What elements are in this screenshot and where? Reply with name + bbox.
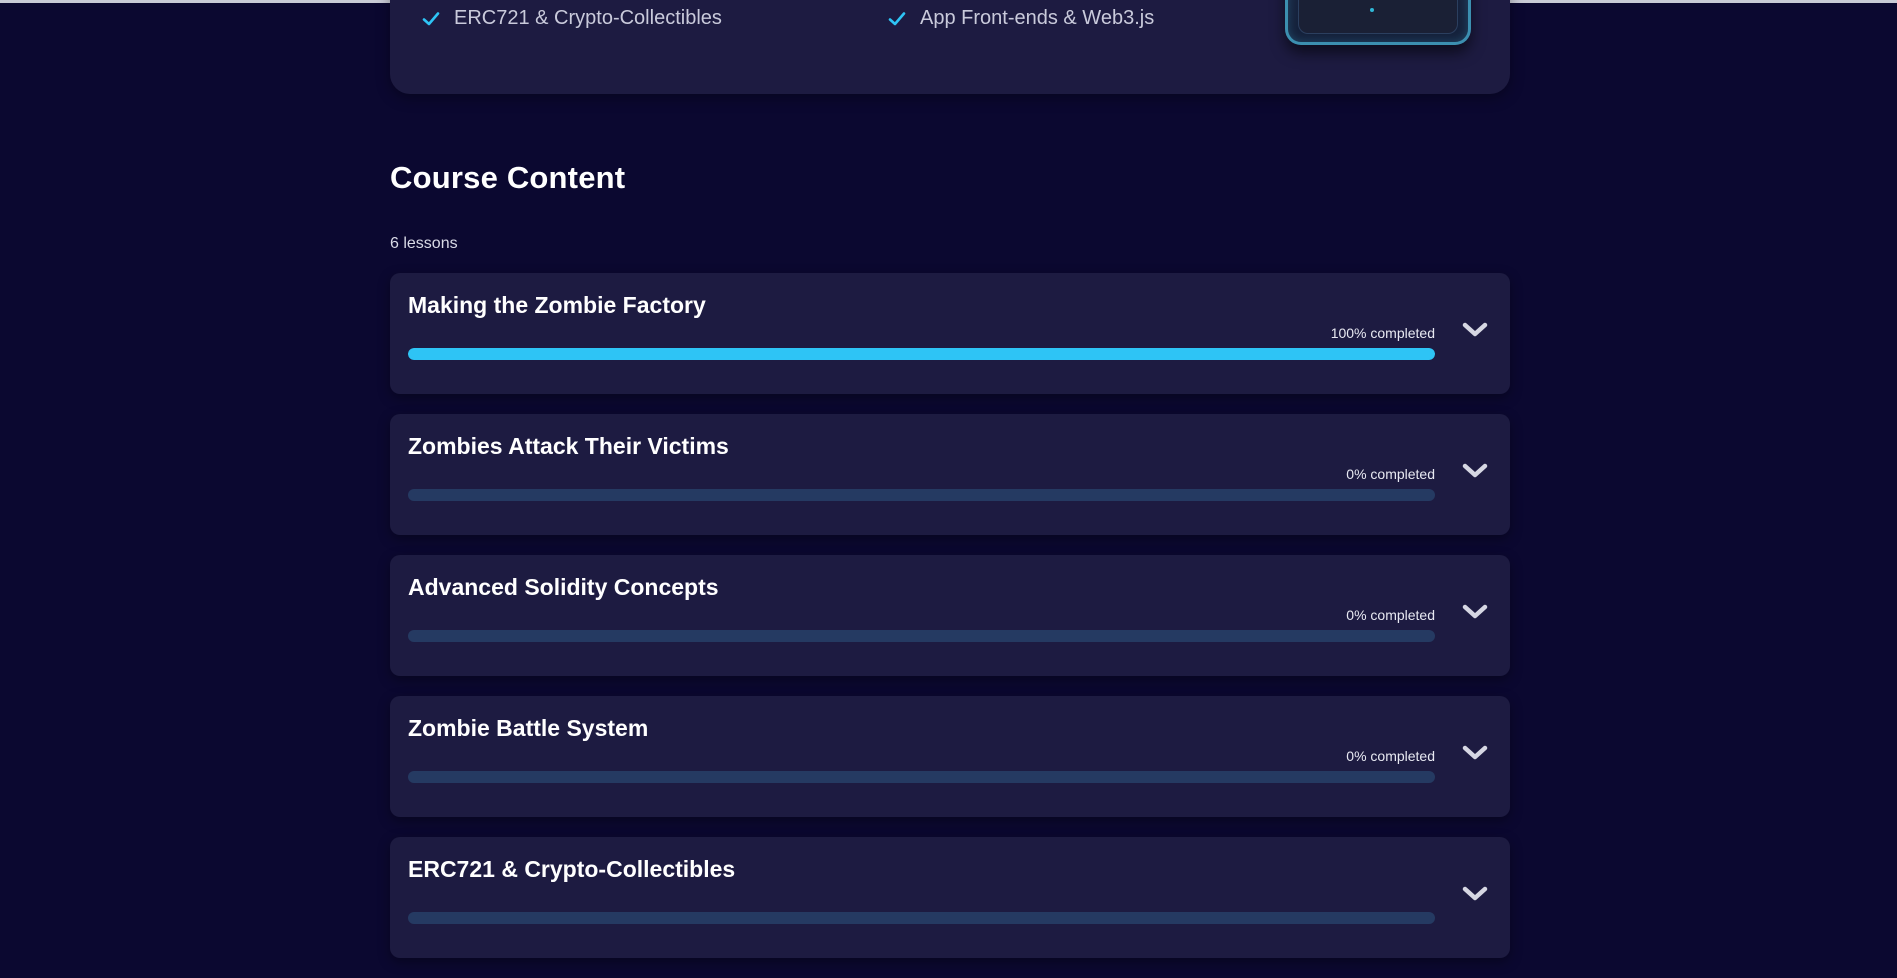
lesson-item[interactable]: Zombie Battle System 0% completed xyxy=(390,696,1510,817)
chevron-down-icon[interactable] xyxy=(1462,884,1488,904)
section-title: Course Content xyxy=(390,160,626,195)
feature-item: ERC721 & Crypto-Collectibles xyxy=(422,7,722,30)
progress-bar-fill xyxy=(408,348,1435,360)
illustration-light xyxy=(1370,8,1374,12)
lesson-count: 6 lessons xyxy=(390,235,458,252)
lesson-list: Making the Zombie Factory 100% completed… xyxy=(390,273,1510,978)
chevron-down-icon[interactable] xyxy=(1462,320,1488,340)
lesson-title: Making the Zombie Factory xyxy=(408,292,706,318)
lesson-title: Zombie Battle System xyxy=(408,715,649,741)
feature-label: App Front-ends & Web3.js xyxy=(920,7,1155,29)
lesson-item[interactable]: Making the Zombie Factory 100% completed xyxy=(390,273,1510,394)
feature-item: App Front-ends & Web3.js xyxy=(888,7,1154,30)
lesson-progress-label: 0% completed xyxy=(1346,607,1435,623)
check-icon xyxy=(422,11,440,25)
lesson-item[interactable]: Zombies Attack Their Victims 0% complete… xyxy=(390,414,1510,535)
chevron-down-icon[interactable] xyxy=(1462,602,1488,622)
lesson-title: Advanced Solidity Concepts xyxy=(408,574,719,600)
lesson-progress-label: 0% completed xyxy=(1346,748,1435,764)
lesson-title: Zombies Attack Their Victims xyxy=(408,433,729,459)
course-illustration xyxy=(1285,0,1471,45)
lesson-progress-label: 0% completed xyxy=(1346,466,1435,482)
lesson-item[interactable]: Advanced Solidity Concepts 0% completed xyxy=(390,555,1510,676)
chevron-down-icon[interactable] xyxy=(1462,743,1488,763)
progress-bar xyxy=(408,912,1435,924)
chevron-down-icon[interactable] xyxy=(1462,461,1488,481)
illustration-screen xyxy=(1298,0,1458,34)
lesson-item[interactable]: ERC721 & Crypto-Collectibles xyxy=(390,837,1510,958)
lesson-progress-label: 100% completed xyxy=(1330,325,1435,341)
course-summary-card: ERC721 & Crypto-Collectibles App Front-e… xyxy=(390,0,1510,94)
feature-label: ERC721 & Crypto-Collectibles xyxy=(454,7,722,29)
check-icon xyxy=(888,11,906,25)
progress-bar xyxy=(408,489,1435,501)
progress-bar xyxy=(408,771,1435,783)
progress-bar xyxy=(408,630,1435,642)
progress-bar xyxy=(408,348,1435,360)
